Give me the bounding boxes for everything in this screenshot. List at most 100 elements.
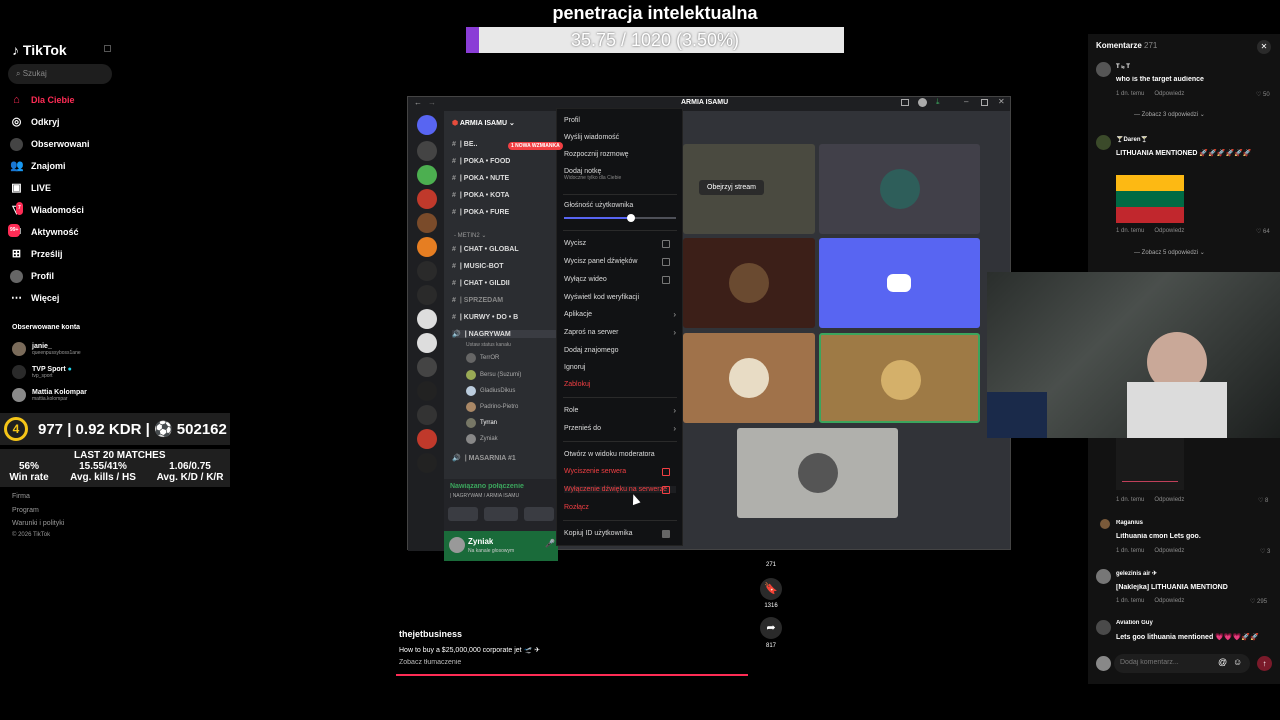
channel-item[interactable]: # | CHAT • GLOBAL xyxy=(452,246,519,253)
user-tile[interactable] xyxy=(683,333,815,423)
menu-apps[interactable]: Aplikacje › xyxy=(564,310,676,319)
activities-button[interactable] xyxy=(524,507,554,521)
screen-share-button[interactable] xyxy=(484,507,518,521)
close-icon[interactable]: ✕ xyxy=(998,97,1005,106)
reply-button[interactable]: Odpowiedz xyxy=(1154,497,1184,503)
voice-status[interactable]: Ustaw status kanału xyxy=(466,342,511,348)
server-icon[interactable] xyxy=(417,189,437,209)
nav-more[interactable]: ⋯ Więcej xyxy=(10,289,59,307)
server-icon[interactable] xyxy=(417,141,437,161)
voice-channel-item[interactable]: 🔊 | NAGRYWAM xyxy=(452,330,556,338)
volume-slider-handle[interactable] xyxy=(627,214,636,222)
comment-image[interactable] xyxy=(1116,438,1184,490)
folder-icon[interactable] xyxy=(417,405,437,425)
user-tile[interactable] xyxy=(819,238,980,328)
camera-off-button[interactable] xyxy=(448,507,478,521)
comment-likes[interactable]: ♡ 64 xyxy=(1256,228,1270,235)
bookmark-icon[interactable]: 🔖 xyxy=(760,578,782,600)
avatar[interactable] xyxy=(449,537,465,553)
avatar[interactable] xyxy=(1096,620,1111,635)
voice-user[interactable]: Tyrran xyxy=(466,418,497,428)
menu-copy-id[interactable]: Kopiuj ID użytkownika xyxy=(564,530,676,538)
watch-stream-button[interactable]: Obejrzyj stream xyxy=(699,180,765,195)
video-progress-bar[interactable] xyxy=(396,674,748,676)
avatar[interactable] xyxy=(1096,569,1111,584)
menu-moderator-view[interactable]: Otwórz w widoku moderatora xyxy=(564,451,655,458)
menu-disable-video[interactable]: Wyłącz wideo xyxy=(564,276,676,284)
nav-explore[interactable]: ◎ Odkryj xyxy=(10,113,60,131)
mention-icon[interactable]: @ xyxy=(1218,657,1227,667)
footer-terms[interactable]: Warunki i polityki xyxy=(12,520,64,527)
channel-item[interactable]: # | POKA • FURE xyxy=(452,209,509,216)
voice-user[interactable]: Bersu (Suzumi) xyxy=(466,370,521,380)
menu-profile[interactable]: Profil xyxy=(564,117,580,124)
nav-friends[interactable]: 👥 Znajomi xyxy=(10,157,66,175)
followed-account[interactable]: TVP Sport ● tvp_sport xyxy=(12,365,72,379)
server-icon[interactable] xyxy=(417,165,437,185)
server-icon[interactable] xyxy=(417,261,437,281)
server-icon[interactable] xyxy=(417,237,437,257)
footer-company[interactable]: Firma xyxy=(12,493,30,500)
nav-messages[interactable]: ▽7Wiadomości xyxy=(10,201,84,219)
menu-add-note[interactable]: Dodaj notkę Widoczne tylko dla Ciebie xyxy=(564,168,621,181)
nav-profile[interactable]: Profil xyxy=(10,267,54,285)
translate-link[interactable]: Zobacz tłumaczenie xyxy=(399,659,461,666)
server-name[interactable]: ⬢ ARMIA ISAMU ⌄ xyxy=(452,119,515,127)
voice-user[interactable]: TerrOR xyxy=(466,353,499,363)
maximize-icon[interactable] xyxy=(981,99,988,106)
menu-disconnect[interactable]: Rozłącz xyxy=(564,504,589,511)
server-icon[interactable] xyxy=(417,285,437,305)
emoji-icon[interactable]: ☺ xyxy=(1233,657,1242,667)
followed-account[interactable]: janie_ queenpussyboss1ane xyxy=(12,342,81,356)
comment-author[interactable]: T ₗₑ T xyxy=(1116,63,1130,70)
menu-roles[interactable]: Role › xyxy=(564,406,676,415)
share-icon[interactable]: ➦ xyxy=(760,617,782,639)
view-replies[interactable]: — Zobacz 5 odpowiedzi ⌄ xyxy=(1134,249,1205,256)
discord-home-icon[interactable] xyxy=(417,115,437,135)
tiktok-logo[interactable]: ♪ TikTok xyxy=(12,42,67,58)
footer-program[interactable]: Program xyxy=(12,507,39,514)
channel-item[interactable]: # | KURWY • DO • B xyxy=(452,314,518,321)
checkbox[interactable] xyxy=(662,258,670,266)
server-icon[interactable] xyxy=(417,429,437,449)
menu-server-mute[interactable]: Wyciszenie serwera xyxy=(564,468,676,476)
server-icon[interactable] xyxy=(417,381,437,401)
menu-invite[interactable]: Zaproś na serwer › xyxy=(564,328,676,337)
comment-likes[interactable]: ♡ 295 xyxy=(1250,598,1267,605)
comment-likes[interactable]: ♡ 50 xyxy=(1256,91,1270,98)
checkbox[interactable] xyxy=(662,486,670,494)
server-icon[interactable] xyxy=(417,213,437,233)
reply-button[interactable]: Odpowiedz xyxy=(1154,548,1184,554)
channel-item[interactable]: # | MUSIC-BOT xyxy=(452,263,503,270)
voice-user[interactable]: Padrino-Pietro xyxy=(466,402,518,412)
channel-item[interactable]: # | POKA • FOOD xyxy=(452,158,510,165)
video-author[interactable]: thejetbusiness xyxy=(399,629,462,639)
avatar[interactable] xyxy=(1096,62,1111,77)
reply-button[interactable]: Odpowiedz xyxy=(1154,91,1184,97)
checkbox[interactable] xyxy=(662,276,670,284)
menu-mute[interactable]: Wycisz xyxy=(564,240,676,248)
comment-likes[interactable]: ♡ 8 xyxy=(1258,497,1268,504)
checkbox[interactable] xyxy=(662,240,670,248)
menu-mute-soundboard[interactable]: Wycisz panel dźwięków xyxy=(564,258,676,266)
channel-item[interactable]: # | BE.. xyxy=(452,141,477,148)
menu-move-to[interactable]: Przenieś do › xyxy=(564,424,676,433)
category-label[interactable]: - METIN2 ⌄ xyxy=(454,232,486,239)
voice-user[interactable]: GladiusDikus xyxy=(466,386,515,396)
new-mention-badge[interactable]: 1 NOWA WZMIANKA xyxy=(508,142,563,150)
checkbox[interactable] xyxy=(662,468,670,476)
nav-live[interactable]: ▣ LIVE xyxy=(10,179,51,197)
menu-verification-code[interactable]: Wyświetl kod weryfikacji xyxy=(564,294,639,301)
comment-author[interactable]: Aviation Guy xyxy=(1116,620,1153,626)
comment-author[interactable]: gelezinis air ✈ xyxy=(1116,570,1157,577)
nav-for-you[interactable]: ⌂ Dla Ciebie xyxy=(10,91,74,109)
nav-activity[interactable]: ✉99+Aktywność xyxy=(8,223,79,241)
followed-account[interactable]: Mattia Kolompar mattia.kolompar xyxy=(12,388,87,402)
server-icon[interactable] xyxy=(417,453,437,473)
comment-author[interactable]: 🍸Daren🍸 xyxy=(1116,136,1148,143)
nav-upload[interactable]: ⊞ Prześlij xyxy=(10,245,63,263)
microphone-icon[interactable]: 🎤 xyxy=(545,539,555,548)
menu-add-friend[interactable]: Dodaj znajomego xyxy=(564,347,618,354)
comment-likes[interactable]: ♡ 3 xyxy=(1260,548,1270,555)
voice-channel-item[interactable]: 🔊 | MASARNIA #1 xyxy=(452,454,516,463)
